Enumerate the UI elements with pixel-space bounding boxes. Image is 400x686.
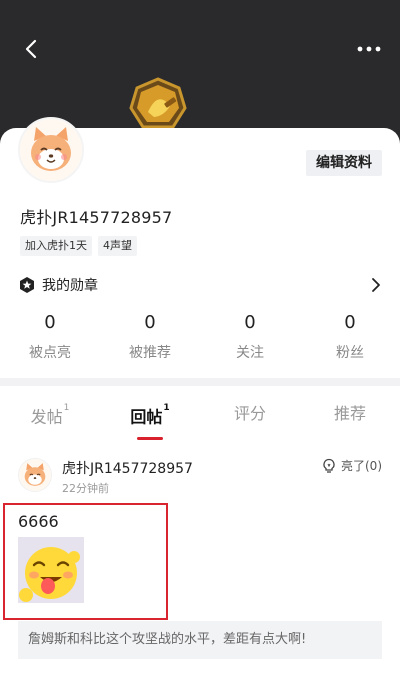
- back-button[interactable]: [20, 37, 44, 61]
- edit-profile-button[interactable]: 编辑资料: [306, 150, 382, 176]
- stat-value: 0: [244, 312, 256, 333]
- chevron-right-icon: [372, 278, 380, 292]
- tab-label: 发帖: [30, 407, 63, 427]
- quoted-post[interactable]: 詹姆斯和科比这个攻坚战的水平，差距有点大啊!: [18, 621, 382, 659]
- profile-avatar[interactable]: [18, 117, 84, 183]
- post-timestamp: 22分钟前: [62, 482, 109, 495]
- tab-count: 1: [63, 403, 70, 413]
- stat-label: 被点亮: [29, 345, 71, 361]
- post-avatar[interactable]: [18, 458, 52, 492]
- stat-label: 被推荐: [129, 345, 171, 361]
- profile-tags: 加入虎扑1天 4声望: [20, 236, 137, 256]
- profile-tabs: 发帖1 回帖1 评分 推荐: [0, 400, 400, 440]
- tab-label: 评分: [233, 404, 266, 423]
- emoji-sticker-icon: [18, 537, 84, 603]
- stat-recommended[interactable]: 0 被推荐: [100, 310, 200, 362]
- tab-posts[interactable]: 发帖1: [0, 400, 100, 430]
- join-days-tag: 加入虎扑1天: [20, 236, 92, 256]
- tab-label: 推荐: [333, 404, 366, 423]
- cat-avatar-icon: [19, 459, 51, 491]
- tab-replies[interactable]: 回帖1: [100, 400, 200, 440]
- profile-stats: 0 被点亮 0 被推荐 0 关注 0 粉丝: [0, 310, 400, 362]
- tab-label: 回帖: [130, 407, 163, 427]
- stat-following[interactable]: 0 关注: [200, 310, 300, 362]
- post-content: 6666: [18, 512, 59, 531]
- my-medals-label: 我的勋章: [42, 278, 98, 294]
- more-dots-icon: [357, 46, 381, 52]
- reputation-tag: 4声望: [98, 236, 137, 256]
- stat-value: 0: [44, 312, 56, 333]
- medal-star-icon: [20, 277, 34, 293]
- light-up-count: 亮了(0): [341, 459, 382, 473]
- post-username[interactable]: 虎扑JR1457728957: [62, 458, 193, 478]
- tab-recommend[interactable]: 推荐: [300, 400, 400, 430]
- more-button[interactable]: [354, 37, 384, 61]
- username: 虎扑JR1457728957: [20, 208, 173, 227]
- medal-emblem-icon[interactable]: [128, 76, 188, 134]
- lightbulb-icon: [323, 458, 335, 473]
- stat-liked[interactable]: 0 被点亮: [0, 310, 100, 362]
- stat-value: 0: [144, 312, 156, 333]
- cat-avatar-icon: [20, 119, 82, 181]
- tab-count: 1: [163, 403, 170, 413]
- post-image[interactable]: [18, 537, 84, 603]
- chevron-left-icon: [25, 39, 37, 59]
- stat-label: 粉丝: [336, 345, 364, 361]
- stat-label: 关注: [236, 345, 264, 361]
- light-up-button[interactable]: 亮了(0): [321, 457, 382, 474]
- stat-followers[interactable]: 0 粉丝: [300, 310, 400, 362]
- stat-value: 0: [344, 312, 356, 333]
- my-medals-row[interactable]: 我的勋章: [18, 271, 382, 299]
- tab-ratings[interactable]: 评分: [200, 400, 300, 430]
